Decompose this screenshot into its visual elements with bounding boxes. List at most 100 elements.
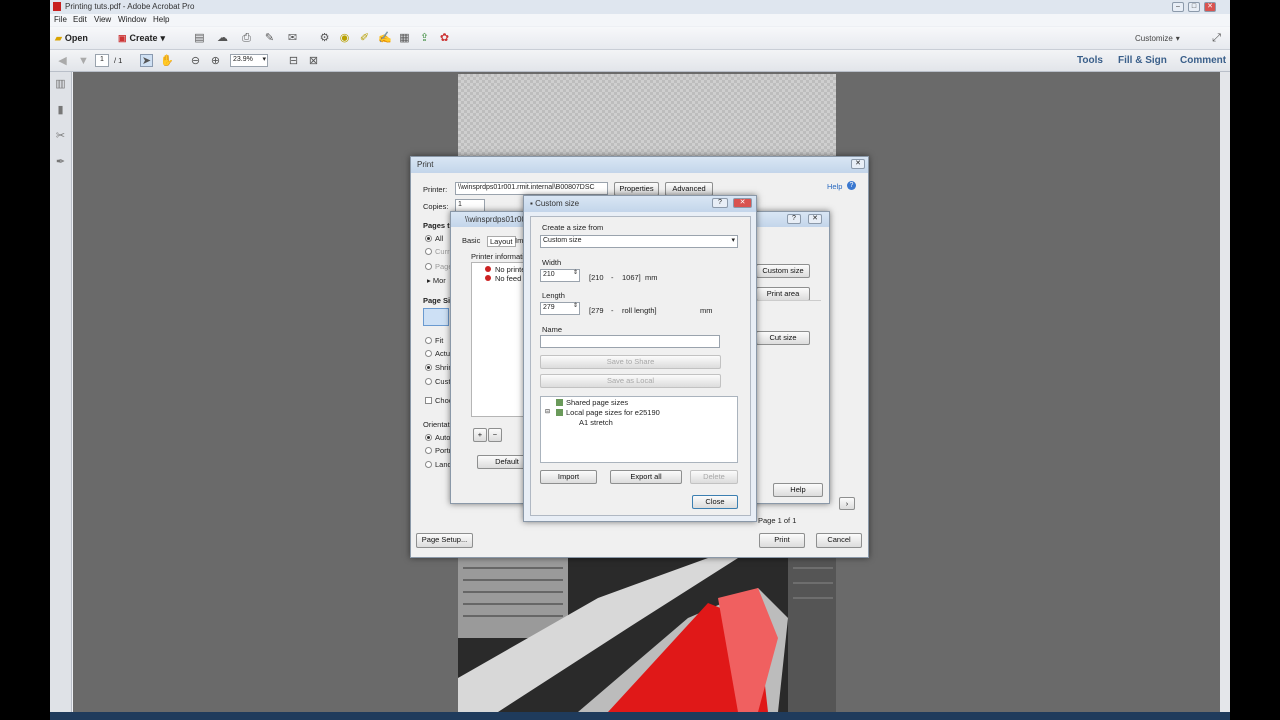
custom-scale-radio[interactable] [425,378,432,385]
edit-icon[interactable]: ✎ [263,32,276,45]
help-icon[interactable]: ? [847,181,856,190]
tab-layout[interactable]: Layout [487,236,516,247]
next-page-icon[interactable]: ▼ [77,55,90,68]
pages-all-radio[interactable] [425,235,432,242]
fit-width-icon[interactable]: ⊠ [307,55,320,68]
close-window-button[interactable]: ✕ [1204,2,1216,12]
fit-radio[interactable] [425,337,432,344]
email-icon[interactable]: ✉ [286,32,299,45]
menu-view[interactable]: View [94,15,111,24]
next-preview-button[interactable]: › [839,497,855,510]
spin-arrows-icon[interactable]: ⇕ [573,269,578,276]
share-icon[interactable]: ✿ [438,32,451,45]
menu-bar: File Edit View Window Help [50,14,1230,26]
size-options-button[interactable] [423,308,449,326]
page-number-input[interactable]: 1 [95,54,109,67]
export-icon[interactable]: ⇪ [418,32,431,45]
zoom-value: 23.9% [233,56,253,63]
create-pdf-icon: ▣ [118,32,127,43]
remove-button[interactable]: − [488,428,502,442]
zoom-input[interactable]: 23.9% ▾ [230,54,268,67]
tree-shared-sizes[interactable]: Shared page sizes [566,398,628,407]
create-button[interactable]: ▣ Create ▾ [118,29,165,47]
tree-item-a1-stretch[interactable]: A1 stretch [579,418,613,427]
menu-window[interactable]: Window [118,15,146,24]
import-button[interactable]: Import [540,470,597,484]
zoom-out-icon[interactable]: ⊖ [189,55,202,68]
highlight-icon[interactable]: ✐ [358,32,371,45]
add-button[interactable]: + [473,428,487,442]
chevron-down-icon[interactable]: ▾ [262,55,266,63]
tree-collapse-icon[interactable]: ⊟ [545,408,550,415]
chevron-down-icon[interactable]: ▾ [731,236,735,244]
zoom-in-icon[interactable]: ⊕ [209,55,222,68]
menu-file[interactable]: File [54,15,67,24]
choose-paper-checkbox[interactable] [425,397,432,404]
create-size-from-select[interactable]: Custom size ▾ [540,235,738,248]
fit-page-icon[interactable]: ⊟ [287,55,300,68]
save-icon[interactable]: ▤ [193,32,206,45]
print-icon[interactable]: ⎙ [240,32,253,45]
menu-help[interactable]: Help [153,15,169,24]
auto-orientation-radio[interactable] [425,434,432,441]
printer-select[interactable]: \\winsprdps01r001.rmit.internal\B00807DS… [455,182,608,195]
help-icon[interactable]: ? [712,198,728,208]
stamp-icon[interactable]: ▦ [398,32,411,45]
landscape-radio[interactable] [425,461,432,468]
spin-arrows-icon[interactable]: ⇕ [573,302,578,309]
page-thumbnails-icon[interactable]: ▥ [54,78,67,91]
delete-button[interactable]: Delete [690,470,738,484]
save-to-share-button[interactable]: Save to Share [540,355,721,369]
properties-button[interactable]: Properties [614,182,659,196]
close-icon[interactable]: ✕ [808,214,822,224]
vertical-scrollbar[interactable] [1220,72,1230,720]
open-button[interactable]: ▰ Open [55,29,88,47]
width-input[interactable]: 210 ⇕ [540,269,580,282]
cloud-icon[interactable]: ☁ [216,32,229,45]
actual-size-radio[interactable] [425,350,432,357]
width-unit: mm [645,273,658,282]
bookmarks-icon[interactable]: ▮ [54,104,67,117]
gear-icon[interactable]: ⚙ [318,32,331,45]
more-options-toggle[interactable]: ▸ Mor [427,276,446,285]
page-setup-button[interactable]: Page Setup... [416,533,473,548]
export-all-button[interactable]: Export all [610,470,682,484]
tree-local-sizes[interactable]: Local page sizes for e25190 [566,408,660,417]
maximize-button[interactable]: □ [1188,2,1200,12]
name-label: Name [542,325,563,334]
length-input[interactable]: 279 ⇕ [540,302,580,315]
close-icon[interactable]: ✕ [733,198,752,208]
help-link[interactable]: Help [827,182,842,191]
current-page-radio[interactable] [425,248,432,255]
previous-page-icon[interactable]: ◀ [56,55,69,68]
comment-pane-link[interactable]: Comment [1180,55,1226,66]
attachments-icon[interactable]: ✂ [54,130,67,143]
menu-edit[interactable]: Edit [73,15,87,24]
select-tool-icon[interactable]: ➤ [140,54,153,67]
comment-icon[interactable]: ◉ [338,32,351,45]
portrait-radio[interactable] [425,447,432,454]
signatures-icon[interactable]: ✒ [54,156,67,169]
shrink-radio[interactable] [425,364,432,371]
help-button[interactable]: Help [773,483,823,497]
pages-range-radio[interactable] [425,263,432,270]
close-button[interactable]: Close [692,495,738,509]
minimize-button[interactable]: – [1172,2,1184,12]
name-input[interactable] [540,335,720,348]
hand-tool-icon[interactable]: ✋ [160,55,174,68]
print-area-button[interactable]: Print area [756,287,810,301]
cancel-button[interactable]: Cancel [816,533,862,548]
customize-menu[interactable]: Customize ▾ [1135,29,1180,47]
tools-pane-link[interactable]: Tools [1077,55,1103,66]
print-button[interactable]: Print [759,533,805,548]
expand-icon[interactable]: ⤢ [1210,32,1223,45]
advanced-button[interactable]: Advanced [665,182,713,196]
help-icon[interactable]: ? [787,214,801,224]
close-icon[interactable]: ✕ [851,159,865,169]
tab-basic[interactable]: Basic [462,236,480,245]
sign-icon[interactable]: ✍ [378,32,392,45]
custom-size-button[interactable]: Custom size [756,264,810,278]
save-as-local-button[interactable]: Save as Local [540,374,721,388]
cut-size-button[interactable]: Cut size [756,331,810,345]
fill-sign-pane-link[interactable]: Fill & Sign [1118,55,1167,66]
